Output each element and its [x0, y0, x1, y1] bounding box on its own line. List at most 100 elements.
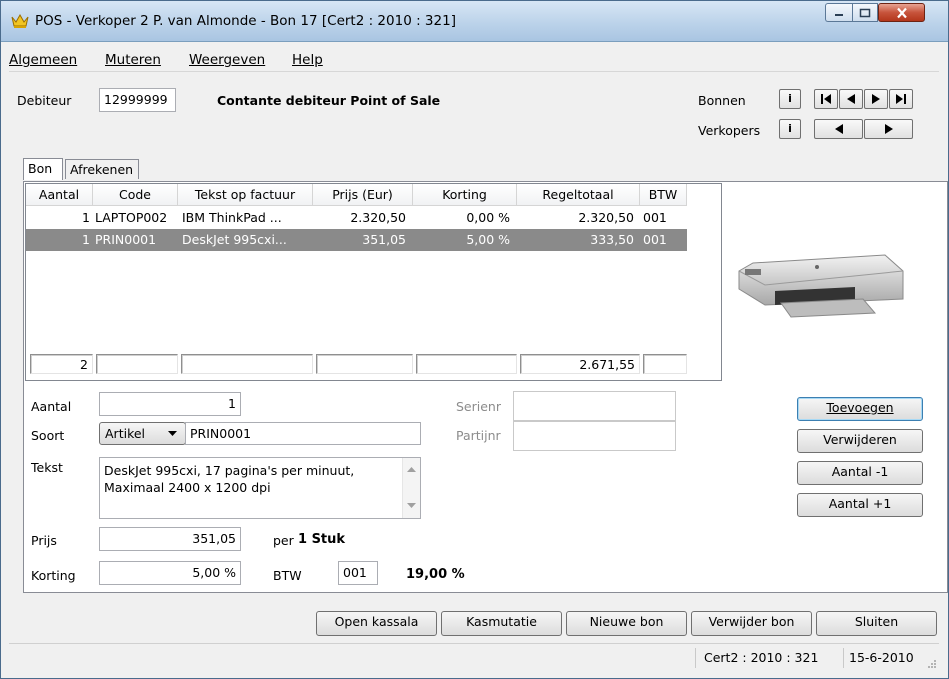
toevoegen-button[interactable]: Toevoegen [797, 397, 923, 421]
bonnen-label: Bonnen [698, 93, 746, 108]
prijs-field[interactable]: 351,05 [99, 527, 241, 551]
table-row-selected[interactable]: 1 PRIN0001 DeskJet 995cxi... 351,05 5,00… [26, 229, 687, 251]
tab-bon[interactable]: Bon [23, 158, 63, 180]
tab-afrekenen[interactable]: Afrekenen [65, 159, 139, 179]
first-record-button[interactable] [814, 89, 838, 109]
last-record-button[interactable] [889, 89, 913, 109]
printer-icon [738, 254, 904, 318]
pos-window: POS - Verkoper 2 P. van Almonde - Bon 17… [0, 0, 949, 679]
debiteur-field[interactable]: 12999999 [99, 88, 176, 112]
nieuwe-bon-button[interactable]: Nieuwe bon [566, 611, 687, 636]
total-btw [643, 354, 687, 374]
total-code [96, 354, 178, 374]
previous-icon [834, 124, 843, 134]
cell-korting: 5,00 % [466, 232, 510, 247]
serienr-field[interactable] [513, 391, 676, 421]
maximize-button[interactable] [852, 3, 878, 22]
aantal-label: Aantal [31, 399, 72, 414]
next-verkoper-button[interactable] [864, 119, 913, 139]
table-row[interactable]: 1 LAPTOP002 IBM ThinkPad ... 2.320,50 0,… [26, 207, 698, 229]
column-header-korting[interactable]: Korting [413, 184, 517, 206]
title-bar[interactable]: POS - Verkoper 2 P. van Almonde - Bon 17… [1, 1, 948, 42]
column-header-prijs[interactable]: Prijs (Eur) [313, 184, 413, 206]
column-header-code[interactable]: Code [93, 184, 178, 206]
serienr-label: Serienr [456, 399, 501, 414]
close-button[interactable] [878, 3, 925, 22]
total-aantal: 2 [30, 354, 93, 374]
cell-btw: 001 [643, 232, 667, 247]
korting-label: Korting [31, 568, 76, 583]
status-bar: Cert2 : 2010 : 321 15-6-2010 [9, 643, 939, 672]
column-header-tekst[interactable]: Tekst op factuur [178, 184, 313, 206]
minimize-button[interactable] [825, 3, 852, 22]
debiteur-name: Contante debiteur Point of Sale [217, 93, 441, 108]
last-record-icon [896, 94, 906, 104]
aantal-min-button[interactable]: Aantal -1 [797, 461, 923, 485]
menu-weergeven[interactable]: Weergeven [189, 52, 265, 68]
per-label: per [273, 533, 294, 548]
cell-regeltotaal: 333,50 [590, 232, 634, 247]
next-record-button[interactable] [864, 89, 888, 109]
open-kassala-button[interactable]: Open kassala [316, 611, 437, 636]
cell-tekst: DeskJet 995cxi... [182, 232, 287, 247]
previous-verkoper-button[interactable] [814, 119, 863, 139]
aantal-field[interactable]: 1 [99, 392, 241, 416]
minimize-icon [835, 13, 843, 16]
scroll-down-icon[interactable] [407, 503, 416, 509]
soort-value: Artikel [105, 426, 146, 441]
soort-code-field[interactable]: PRIN0001 [185, 422, 421, 445]
per-unit: 1 Stuk [298, 532, 346, 547]
cell-code: LAPTOP002 [95, 210, 168, 225]
status-separator [695, 648, 696, 668]
cell-btw: 001 [643, 210, 667, 225]
cell-aantal: 1 [82, 210, 90, 225]
btw-code-field[interactable]: 001 [338, 561, 378, 585]
tekst-textarea[interactable]: DeskJet 995cxi, 17 pagina's per minuut, … [99, 457, 421, 519]
total-korting [416, 354, 517, 374]
prijs-label: Prijs [31, 533, 57, 548]
cell-prijs: 2.320,50 [350, 210, 406, 225]
verwijder-bon-button[interactable]: Verwijder bon [691, 611, 812, 636]
partijnr-field[interactable] [513, 421, 676, 451]
korting-field[interactable]: 5,00 % [99, 561, 241, 585]
soort-label: Soort [31, 428, 65, 443]
total-regeltotaal: 2.671,55 [520, 354, 640, 374]
cell-regeltotaal: 2.320,50 [578, 210, 634, 225]
partijnr-label: Partijnr [456, 428, 501, 443]
menu-muteren[interactable]: Muteren [105, 52, 161, 68]
kasmutatie-button[interactable]: Kasmutatie [441, 611, 562, 636]
menu-algemeen[interactable]: Algemeen [9, 52, 77, 68]
cell-code: PRIN0001 [95, 232, 157, 247]
cell-tekst: IBM ThinkPad ... [182, 210, 282, 225]
tekst-label: Tekst [31, 460, 63, 475]
column-header-regeltotaal[interactable]: Regeltotaal [517, 184, 640, 206]
first-record-icon [821, 94, 831, 104]
next-icon [872, 94, 880, 104]
bonnen-info-button[interactable]: i [779, 89, 801, 109]
debiteur-label: Debiteur [17, 93, 72, 108]
column-header-btw[interactable]: BTW [640, 184, 687, 206]
previous-icon [847, 94, 855, 104]
btw-percentage: 19,00 % [406, 567, 465, 582]
menu-bar: Algemeen Muteren Weergeven Help [9, 49, 939, 72]
status-separator [843, 648, 844, 668]
verwijderen-button[interactable]: Verwijderen [797, 429, 923, 453]
verkopers-info-button[interactable]: i [779, 119, 801, 139]
menu-help[interactable]: Help [292, 52, 323, 68]
status-cert: Cert2 : 2010 : 321 [704, 650, 819, 665]
verkopers-label: Verkopers [698, 123, 761, 138]
order-lines-grid[interactable]: Aantal Code Tekst op factuur Prijs (Eur)… [25, 183, 722, 381]
close-icon [896, 7, 907, 18]
total-prijs [316, 354, 413, 374]
aantal-plus-button[interactable]: Aantal +1 [797, 493, 923, 517]
scroll-up-icon[interactable] [407, 467, 416, 473]
previous-record-button[interactable] [839, 89, 863, 109]
soort-dropdown[interactable]: Artikel [99, 422, 186, 445]
maximize-icon [859, 8, 871, 17]
textarea-scrollbar[interactable] [402, 458, 420, 518]
sluiten-button[interactable]: Sluiten [816, 611, 937, 636]
cell-prijs: 351,05 [362, 232, 406, 247]
column-header-aantal[interactable]: Aantal [26, 184, 93, 206]
cell-korting: 0,00 % [466, 210, 510, 225]
resize-grip-icon[interactable] [927, 659, 937, 669]
